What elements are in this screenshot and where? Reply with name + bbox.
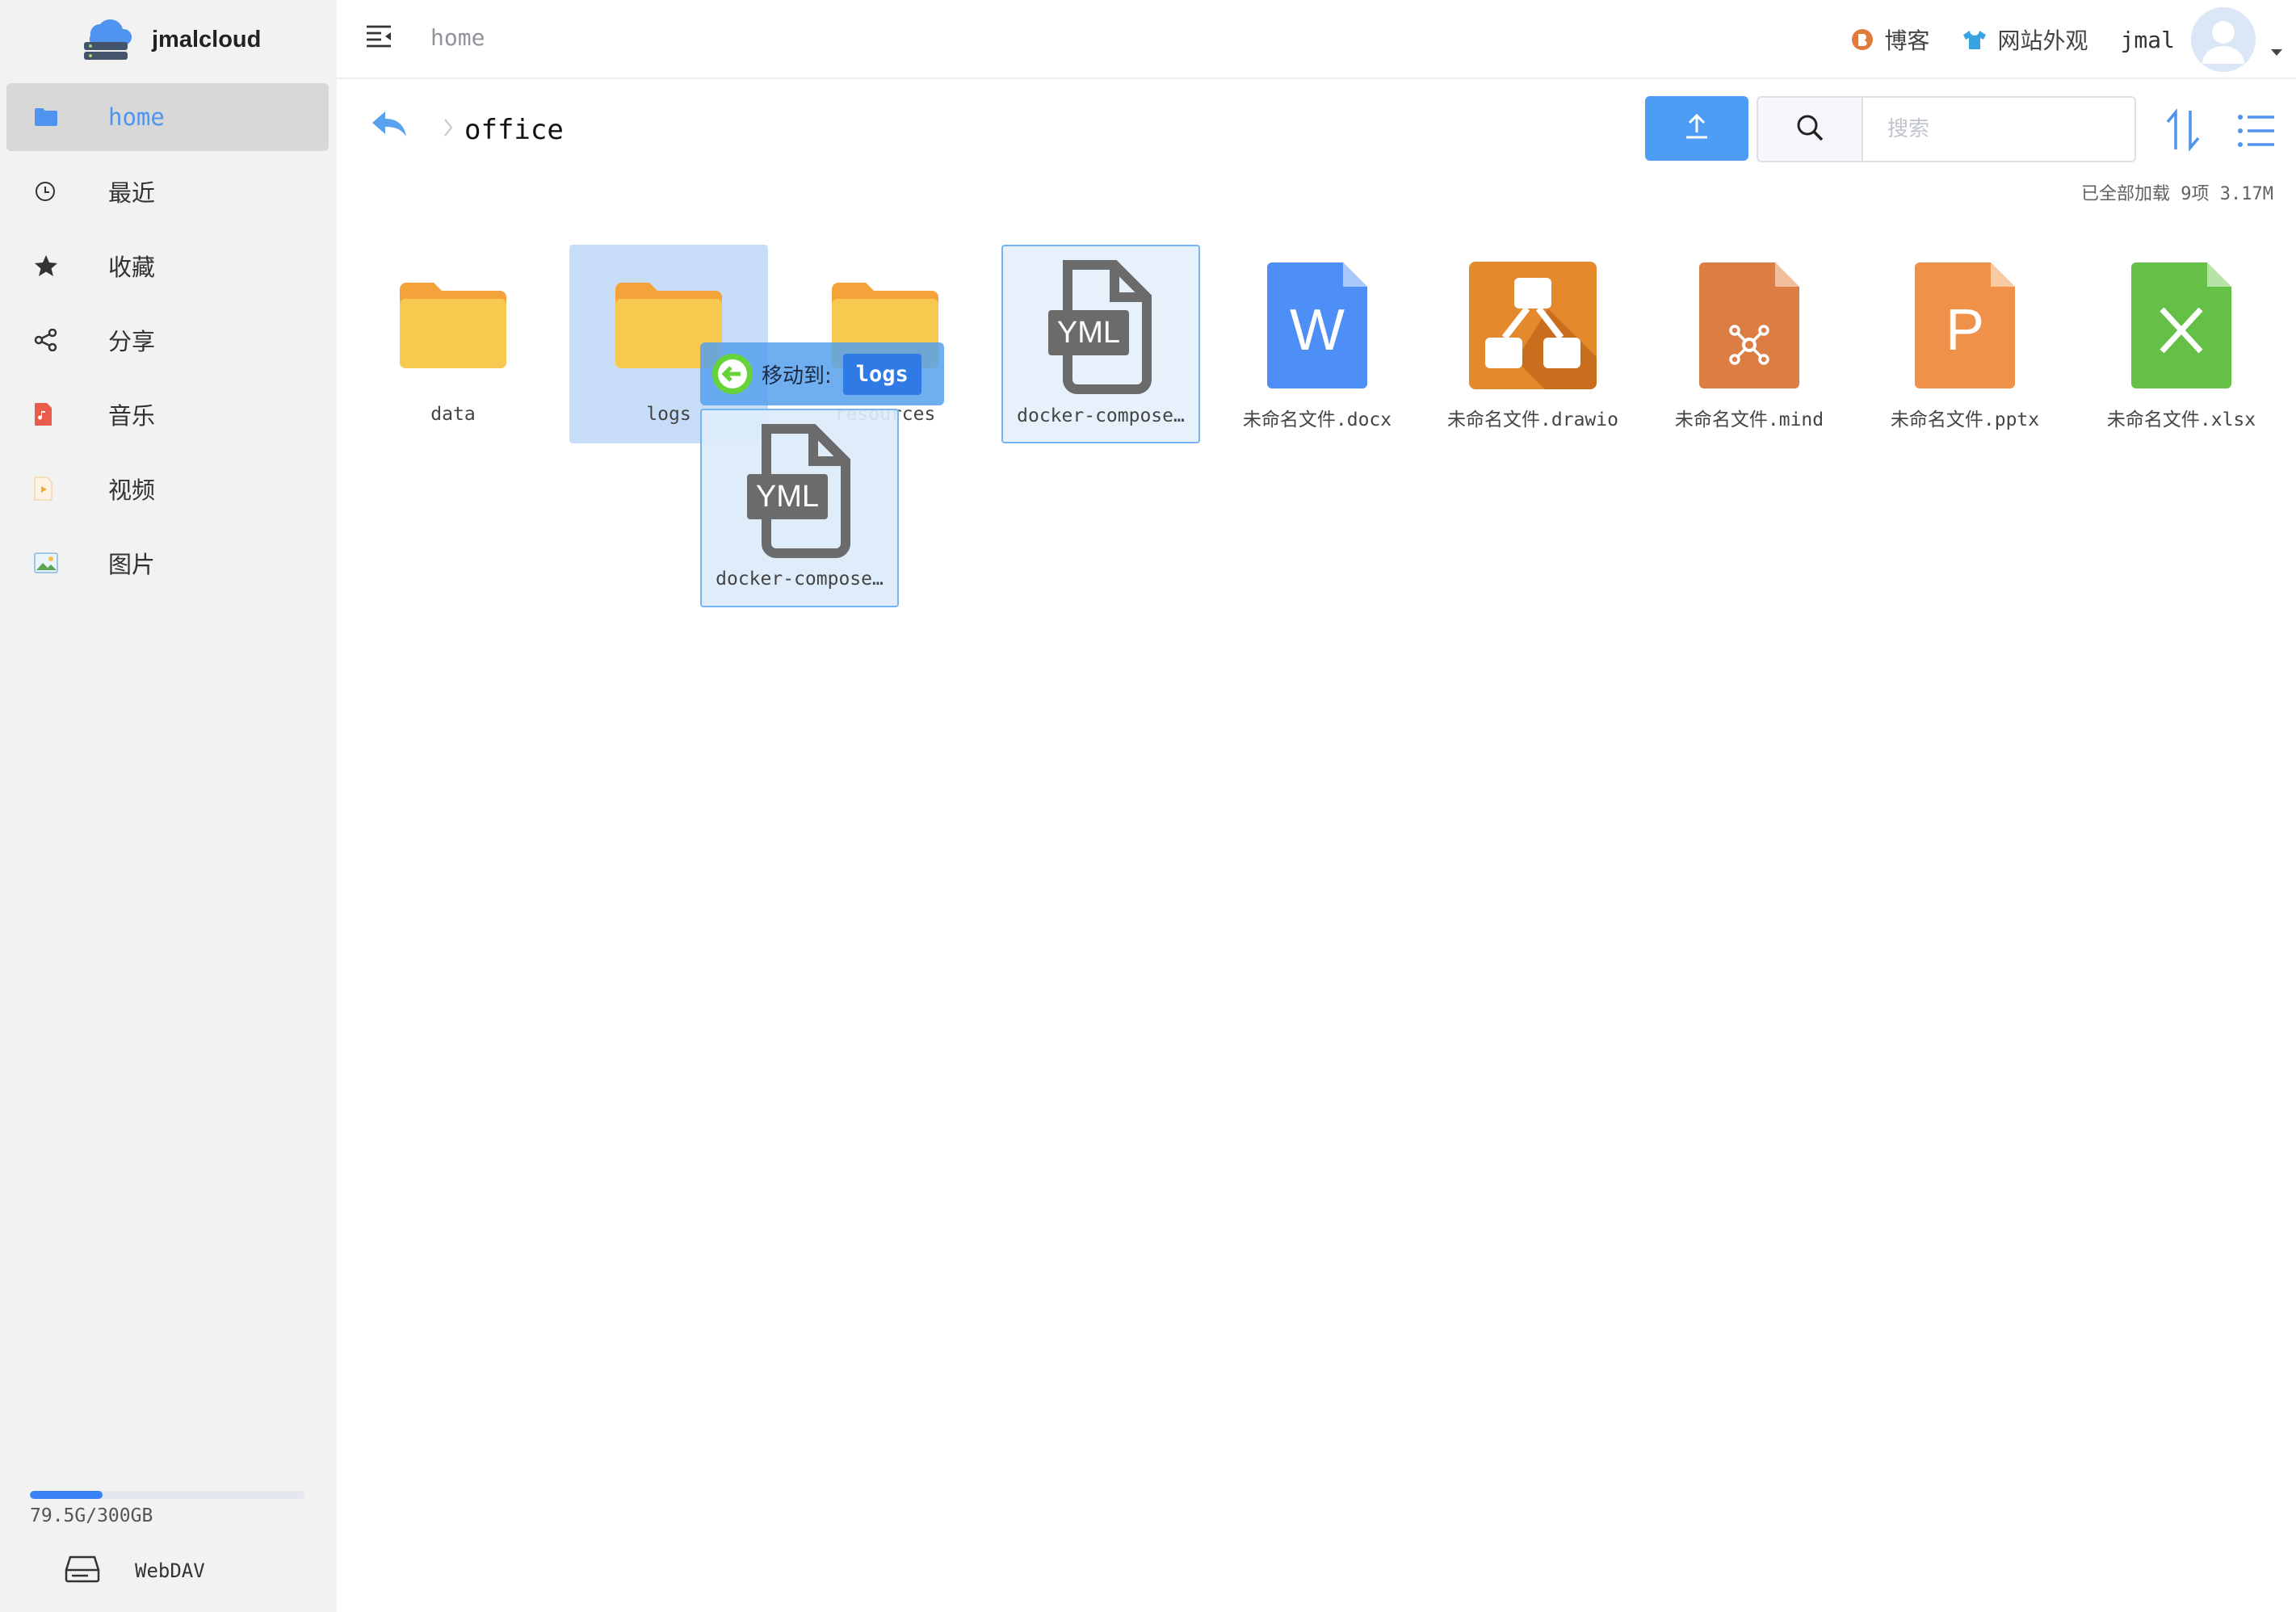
caret-down-icon[interactable] (2270, 44, 2283, 60)
search-input[interactable] (1862, 96, 2136, 162)
file-name: 未命名文件.drawio (1447, 409, 1618, 430)
sidebar-item-recent[interactable]: 最近 (6, 157, 329, 225)
brand-name: jmalcloud (152, 26, 262, 52)
blog-icon (1851, 28, 1874, 51)
list-view-icon[interactable] (2237, 113, 2276, 152)
storage-usage-text: 79.5G/300GB (30, 1505, 153, 1526)
sidebar-item-label: home (108, 103, 165, 131)
blog-link[interactable]: 博客 (1851, 23, 1930, 56)
music-icon (34, 402, 76, 426)
current-folder-name: office (464, 114, 564, 146)
word-file-icon: W (1218, 261, 1417, 390)
shirt-icon (1962, 29, 1987, 50)
clock-icon (34, 180, 76, 203)
file-item-docx[interactable]: W 未命名文件.docx (1218, 245, 1417, 443)
webdav-label: WebDAV (135, 1560, 205, 1582)
upload-button[interactable] (1645, 96, 1748, 161)
header-breadcrumb[interactable]: home (430, 24, 485, 51)
file-item-data[interactable]: data (354, 245, 552, 443)
file-name: data (430, 404, 476, 425)
brand[interactable]: jmalcloud (79, 11, 261, 68)
user-name[interactable]: jmal (2121, 27, 2175, 53)
sort-icon[interactable] (2164, 107, 2202, 156)
folder-icon (354, 261, 552, 390)
sidebar-item-label: 分享 (108, 328, 156, 355)
yml-file-icon: YML (1003, 260, 1198, 394)
drive-icon (64, 1554, 101, 1588)
yml-badge: YML (756, 480, 819, 514)
excel-file-icon (2082, 261, 2281, 390)
sidebar-item-music[interactable]: 音乐 (6, 380, 329, 448)
file-item-drawio[interactable]: 未命名文件.drawio (1433, 245, 1632, 443)
cloud-logo-icon (79, 11, 132, 68)
header: home 博客 网站外观 jmal (337, 0, 2296, 79)
storage-progress-fill (30, 1491, 103, 1499)
file-name: 未命名文件.pptx (1890, 409, 2040, 430)
file-item-mind[interactable]: 未命名文件.mind (1650, 245, 1849, 443)
sidebar-item-label: 音乐 (108, 402, 156, 430)
drag-ghost: YML docker-compose… (700, 409, 899, 607)
sidebar-item-label: 最近 (108, 179, 156, 207)
appearance-link-label: 网站外观 (1997, 27, 2088, 54)
sidebar-item-home[interactable]: home (6, 83, 329, 151)
video-icon (34, 476, 76, 501)
upload-icon (1682, 112, 1711, 145)
file-name: 未命名文件.xlsx (2106, 409, 2256, 430)
sidebar-item-favorites[interactable]: 收藏 (6, 232, 329, 300)
header-actions: 博客 网站外观 jmal (1851, 0, 2296, 79)
share-icon (34, 329, 76, 351)
appearance-link[interactable]: 网站外观 (1962, 23, 2088, 56)
pptx-letter: P (1946, 298, 1984, 363)
mindmap-file-icon (1650, 261, 1849, 390)
sidebar-item-share[interactable]: 分享 (6, 306, 329, 374)
drawio-file-icon (1433, 261, 1632, 390)
sidebar-item-label: 视频 (108, 476, 156, 504)
file-item-pptx[interactable]: P 未命名文件.pptx (1866, 245, 2064, 443)
file-name: docker-compose… (1017, 405, 1185, 426)
sidebar-item-label: 图片 (108, 551, 156, 578)
file-name: 未命名文件.docx (1242, 409, 1392, 430)
image-icon (34, 552, 76, 573)
docx-letter: W (1290, 298, 1345, 363)
yml-badge: YML (1057, 316, 1120, 350)
sidebar-item-video[interactable]: 视频 (6, 455, 329, 523)
chevron-right-icon (443, 117, 454, 143)
file-item-xlsx[interactable]: 未命名文件.xlsx (2082, 245, 2281, 443)
sidebar: jmalcloud home 最近 收藏 分享 音乐 视频 图片 79.5G/3… (0, 0, 337, 1612)
file-item-docker-compose[interactable]: YML docker-compose… (1001, 245, 1200, 443)
storage-progress-bar (30, 1491, 304, 1499)
sidebar-item-label: 收藏 (108, 254, 156, 281)
back-arrow-icon[interactable] (369, 108, 409, 144)
search-icon (1794, 111, 1826, 147)
star-icon (34, 254, 76, 278)
load-summary: 已全部加载 9项 3.17M (2081, 184, 2273, 204)
drag-ghost-name: docker-compose… (716, 569, 884, 590)
yml-file-icon: YML (702, 424, 897, 558)
avatar[interactable] (2191, 7, 2256, 72)
move-to-tooltip: 移动到: logs (700, 342, 944, 405)
arrow-left-icon (711, 353, 753, 395)
move-target-badge: logs (842, 353, 921, 395)
folder-icon (34, 107, 76, 127)
menu-collapse-icon[interactable] (365, 24, 392, 52)
blog-link-label: 博客 (1884, 27, 1930, 54)
move-to-label: 移动到: (762, 363, 832, 388)
powerpoint-file-icon: P (1866, 261, 2064, 390)
file-name: 未命名文件.mind (1674, 409, 1824, 430)
search-button[interactable] (1757, 96, 1863, 162)
sidebar-item-images[interactable]: 图片 (6, 529, 329, 597)
webdav-link[interactable]: WebDAV (30, 1554, 205, 1588)
